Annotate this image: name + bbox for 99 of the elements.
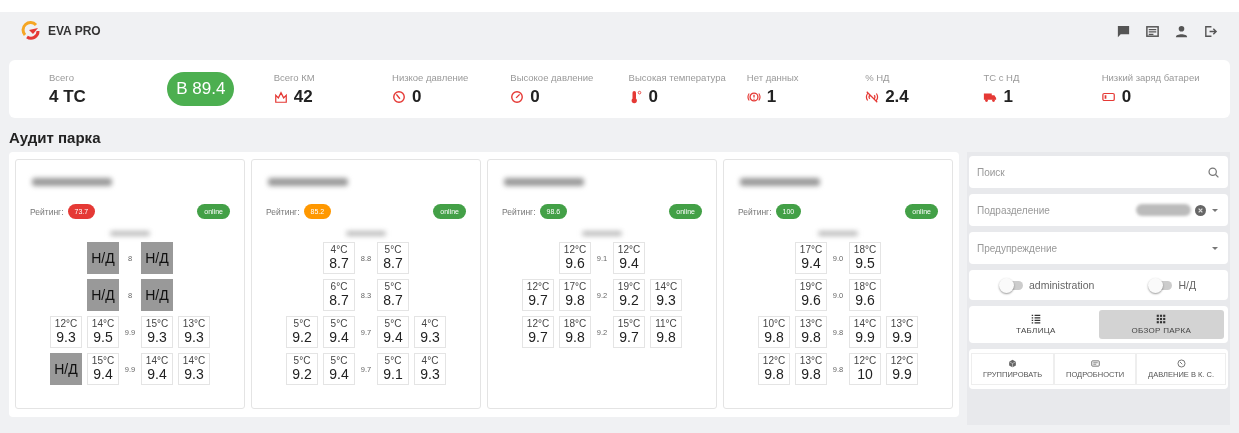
chat-icon[interactable] [1116,23,1131,39]
wheel-no-data: Н/Д [141,279,173,311]
wheel-reading: 4°C 9.3 [414,353,446,385]
wheel-reading: 12°C 9.7 [522,316,554,348]
stat-label: Низкое давление [392,71,470,83]
stat-label: Всего КМ [273,71,316,83]
list-icon [1030,314,1041,324]
toggle-switch[interactable] [1150,280,1173,290]
user-icon[interactable] [1174,23,1189,39]
stat-value: 2.4 [885,86,909,107]
card-icon [1090,359,1100,368]
wheel-reading: 14°C 9.4 [141,353,173,385]
wheel-reading: 12°C 9.7 [522,279,554,311]
wheel-reading: 14°C 9.5 [87,316,119,348]
wheel-reading: 12°C 9.8 [758,353,790,385]
blurred-text [110,231,150,236]
wheel-reading: 19°C 9.2 [613,279,645,311]
wheel-reading: 13°C 9.9 [886,316,918,348]
wheel-reading: 17°C 9.4 [795,242,827,274]
wheel-reading: 12°C 9.3 [50,316,82,348]
rating-badge: B 89.4 [167,72,235,106]
wheel-reading: 6°C 8.7 [323,279,355,311]
wheel-reading: 11°C 9.8 [650,316,682,348]
tire-alert-icon [746,89,761,104]
stat-label: Всего [49,71,75,83]
app-name: EVA PRO [48,24,101,38]
blurred-chip [1136,204,1191,216]
wheel-reading: 18°C 9.8 [559,316,591,348]
stat-value: 0 [530,86,540,107]
wheel-reading: 12°C 10 [849,353,881,385]
wheel-reading: 5°C 8.7 [377,279,409,311]
stat-label: ТС с НД [983,71,1021,83]
wheel-reading: 5°C 8.7 [377,242,409,274]
blurred-text [346,231,386,236]
page-title: Аудит парка [9,129,102,146]
rating-label: Рейтинг: [30,206,64,217]
stat-value: 0 [1121,86,1132,107]
search-icon[interactable] [1207,165,1220,179]
blurred-text [818,231,858,236]
view-tab[interactable]: ОБЗОР ПАРКА [1098,310,1224,339]
stat-label: % НД [865,71,891,83]
wheel-reading: 12°C 9.6 [559,242,591,274]
wheel-no-data: Н/Д [87,242,119,274]
wheel-reading: 5°C 9.1 [377,353,409,385]
stat-value: 0 [412,86,422,107]
subdivision-input[interactable]: Подразделение [977,194,1132,226]
stat-value: 1 [766,86,777,107]
wheel-reading: 14°C 9.3 [178,353,210,385]
stat-value: 1 [1003,86,1013,107]
wheel-reading: 4°C 9.3 [414,316,446,348]
wheel-reading: 13°C 9.8 [795,316,827,348]
gauge-icon [392,89,406,104]
stat-label: Низкий заряд батареи [1101,71,1201,83]
stat-label: Нет данных [746,71,800,83]
gauge-icon [1176,359,1186,368]
wheel-reading: 17°C 9.8 [559,279,591,311]
stat-value: 0 [648,86,659,107]
logo-icon [21,21,41,41]
gauge-icon [510,89,525,104]
subdivision-select[interactable]: Подразделение [969,194,1228,226]
wheel-reading: 5°C 9.4 [377,316,409,348]
wheel-reading: 12°C 9.4 [613,242,645,274]
wheel-reading: 5°C 9.2 [286,316,318,348]
blurred-text [582,231,622,236]
stat-label: Высокая температура [628,71,727,83]
stat-label: Высокое давление [510,71,595,83]
rating-label: Рейтинг: [502,206,536,217]
stat-value: 42 [293,86,313,107]
wheel-reading: 13°C 9.3 [178,316,210,348]
wheel-reading: 13°C 9.8 [795,353,827,385]
toggle-switch[interactable] [1001,280,1023,290]
logout-icon[interactable] [1203,23,1218,39]
toggle-label: administration [1029,279,1095,291]
wheel-reading: 15°C 9.4 [87,353,119,385]
wheel-reading: 4°C 8.7 [323,242,355,274]
wheel-reading: 14°C 9.3 [650,279,682,311]
toggle-label: Н/Д [1178,279,1196,291]
rating-label: Рейтинг: [738,206,772,217]
wheel-no-data: Н/Д [141,242,173,274]
wheel-reading: 5°C 9.4 [323,316,355,348]
wheel-reading: 12°C 9.9 [886,353,918,385]
cube-icon [1008,359,1018,368]
wheel-reading: 15°C 9.3 [141,316,173,348]
wheel-reading: 5°C 9.4 [323,353,355,385]
wheel-no-data: Н/Д [87,279,119,311]
rating-label: Рейтинг: [266,206,300,217]
wheel-no-data: Н/Д [50,353,82,385]
signal-off-icon [865,89,880,104]
card-icon[interactable] [1145,23,1160,39]
wheel-reading: 19°C 9.6 [795,279,827,311]
wheel-reading: 15°C 9.7 [613,316,645,348]
clear-icon[interactable] [1195,204,1206,216]
stat-value: 4 ТС [49,86,86,107]
wheel-reading: 10°C 9.8 [758,316,790,348]
grid-icon [1156,314,1167,324]
wheel-reading: 18°C 9.6 [849,279,881,311]
wheel-reading: 5°C 9.2 [286,353,318,385]
wheel-reading: 14°C 9.9 [849,316,881,348]
wheel-reading: 18°C 9.5 [849,242,881,274]
